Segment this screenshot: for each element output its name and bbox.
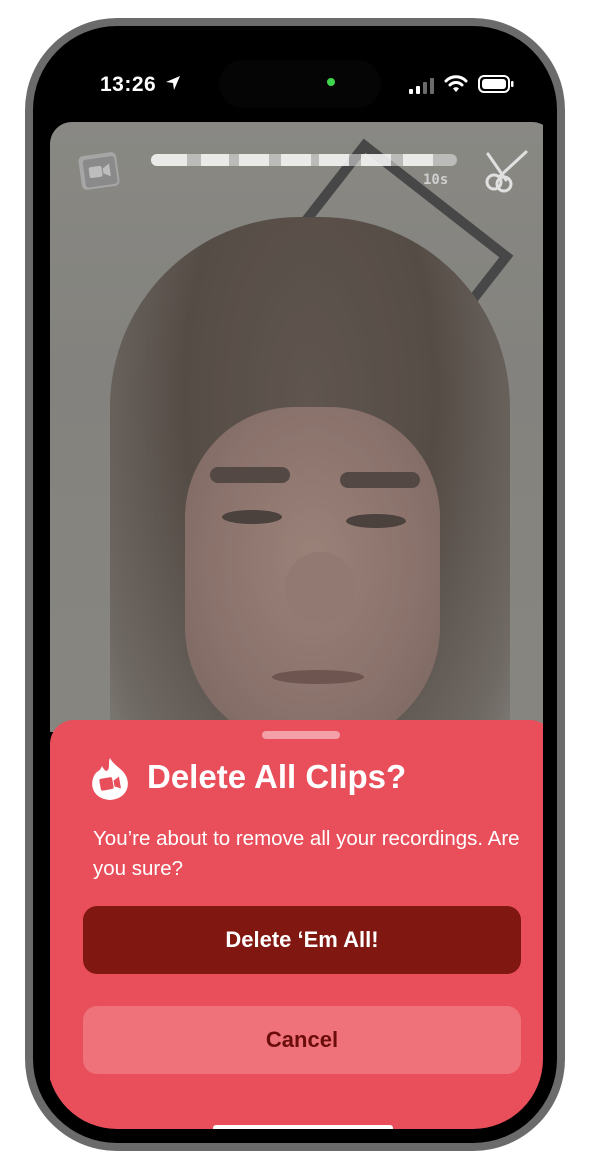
clip-segment bbox=[361, 154, 391, 166]
camera-in-use-indicator bbox=[327, 78, 335, 86]
cancel-button[interactable]: Cancel bbox=[83, 1006, 521, 1074]
phone-frame: 13:26 10s Delete All Clips? You’re about… bbox=[25, 18, 565, 1151]
clip-segment bbox=[201, 154, 229, 166]
clip-segment bbox=[403, 154, 433, 166]
clip-segment bbox=[151, 154, 187, 166]
dim-overlay bbox=[50, 122, 543, 732]
sheet-grabber[interactable] bbox=[262, 731, 340, 739]
delete-confirmation-sheet: Delete All Clips? You’re about to remove… bbox=[50, 720, 543, 1129]
camera-preview: 10s bbox=[50, 122, 543, 732]
recording-progress-bar bbox=[151, 154, 457, 166]
home-indicator[interactable] bbox=[213, 1125, 393, 1129]
status-time: 13:26 bbox=[100, 73, 157, 96]
delete-all-button[interactable]: Delete ‘Em All! bbox=[83, 906, 521, 974]
clip-segment bbox=[319, 154, 349, 166]
screen: 13:26 10s Delete All Clips? You’re about… bbox=[47, 40, 543, 1129]
cellular-signal-icon bbox=[409, 78, 434, 94]
battery-icon bbox=[478, 75, 514, 93]
sheet-message: You’re about to remove all your recordin… bbox=[93, 827, 520, 880]
flame-icon bbox=[92, 758, 128, 800]
clip-segment bbox=[239, 154, 269, 166]
wifi-icon bbox=[444, 75, 468, 92]
duration-label: 10s bbox=[423, 172, 449, 188]
phone-bezel: 13:26 10s Delete All Clips? You’re about… bbox=[33, 26, 557, 1143]
dynamic-island bbox=[219, 60, 381, 108]
location-arrow-icon bbox=[166, 76, 180, 90]
video-clip-icon[interactable] bbox=[76, 148, 124, 192]
scissors-icon[interactable] bbox=[480, 144, 532, 196]
status-bar: 13:26 bbox=[47, 40, 543, 130]
sheet-title: Delete All Clips? bbox=[147, 758, 407, 795]
clip-segment bbox=[281, 154, 311, 166]
